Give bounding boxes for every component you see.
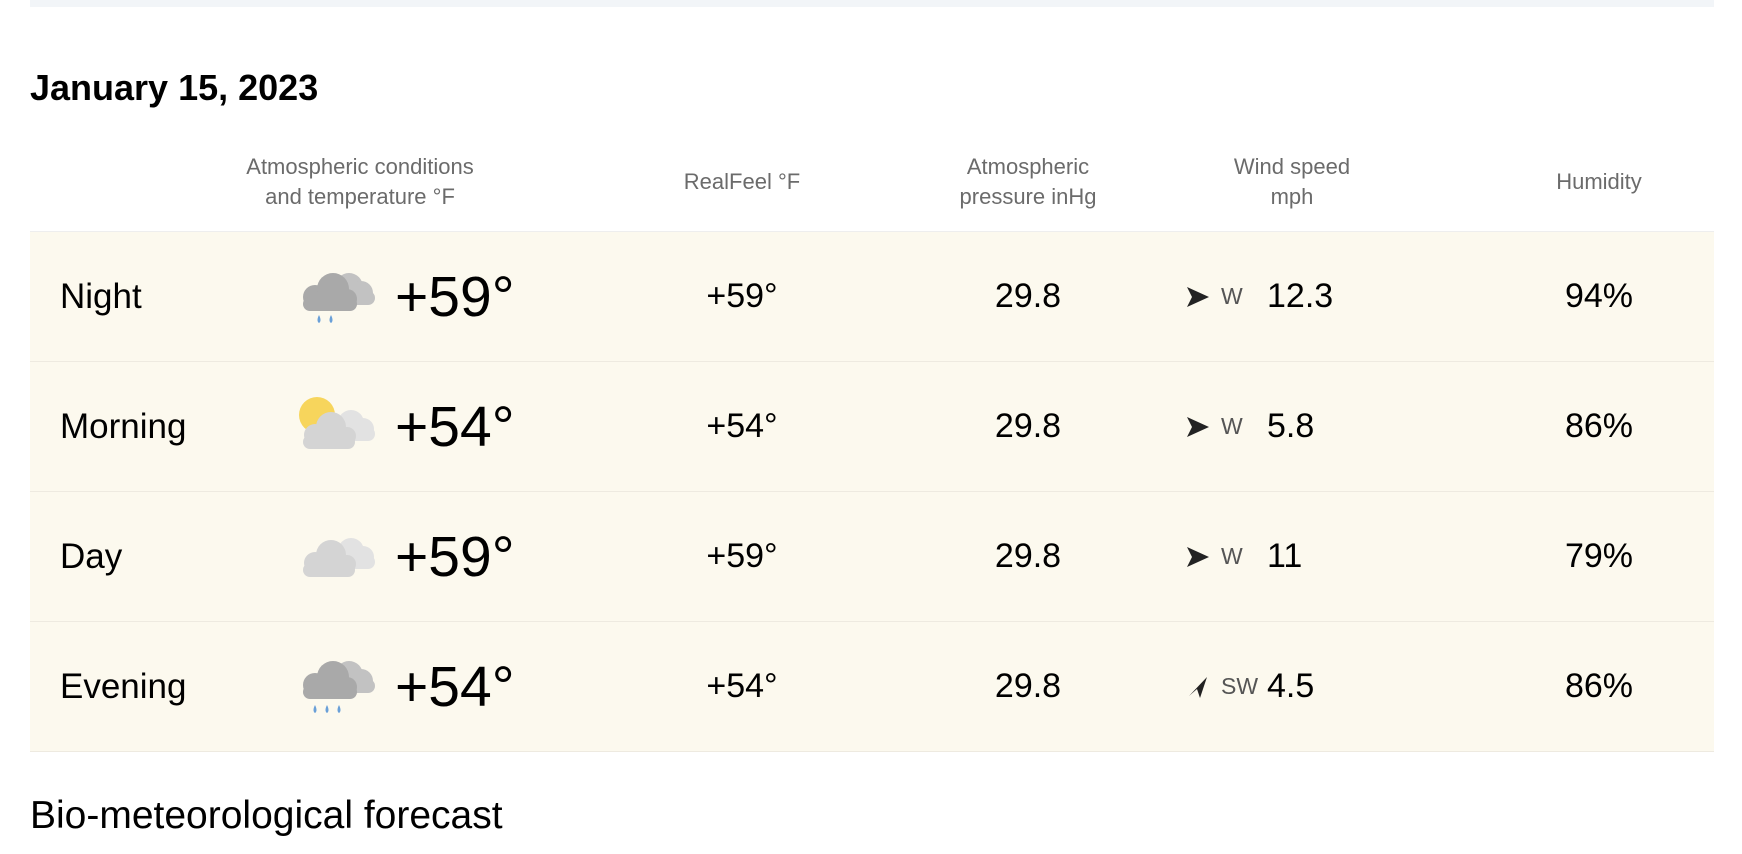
realfeel-value: +54° — [706, 667, 778, 705]
wind-cell: W 11 — [1185, 492, 1302, 621]
wind-direction: W — [1221, 543, 1243, 569]
table-row: Evening +54° +54° 29.8 SW 4.5 86% — [30, 622, 1714, 752]
section-title: Bio-meteorological forecast — [30, 794, 503, 837]
period-name: Evening — [60, 666, 187, 706]
table-header: Atmospheric conditions and temperature °… — [30, 150, 1714, 232]
wind-direction-arrow-icon — [1187, 416, 1209, 437]
table-row: Morning +54° +54° 29.8 W 5.8 86% — [30, 362, 1714, 492]
table-row: Day +59° +59° 29.8 W 11 79% — [30, 492, 1714, 622]
column-header-humidity: Humidity — [1556, 169, 1642, 194]
temperature: +59° — [395, 264, 515, 329]
cloudy-light-rain-icon — [290, 232, 380, 361]
wind-speed: 5.8 — [1267, 407, 1315, 445]
cloudy-rain-icon — [290, 622, 380, 751]
table-row: Night +59° +59° 29.8 W 12.3 94% — [30, 232, 1714, 362]
temperature: +54° — [395, 654, 515, 719]
period-name: Day — [60, 536, 123, 576]
realfeel-value: +54° — [706, 407, 778, 445]
column-header-conditions: Atmospheric conditions and temperature °… — [246, 154, 474, 209]
partly-cloudy-sun-icon — [290, 362, 380, 491]
wind-direction-arrow-icon — [1189, 676, 1207, 698]
pressure-value: 29.8 — [994, 407, 1062, 445]
wind-speed: 12.3 — [1267, 277, 1334, 315]
pressure-value: 29.8 — [994, 277, 1062, 315]
temperature: +59° — [395, 524, 515, 589]
pressure-value: 29.8 — [994, 537, 1062, 575]
humidity-value: 86% — [1564, 667, 1634, 705]
period-name: Night — [60, 276, 142, 316]
wind-direction-arrow-icon — [1187, 286, 1209, 307]
humidity-value: 94% — [1564, 277, 1634, 315]
wind-direction: W — [1221, 283, 1243, 309]
top-bar — [30, 0, 1714, 7]
wind-cell: SW 4.5 — [1185, 622, 1314, 751]
column-header-wind: Wind speed mph — [1233, 154, 1351, 209]
wind-cell: W 5.8 — [1185, 362, 1314, 491]
forecast-table: Atmospheric conditions and temperature °… — [30, 150, 1714, 752]
wind-speed: 11 — [1267, 537, 1303, 575]
realfeel-value: +59° — [706, 537, 778, 575]
wind-direction-arrow-icon — [1187, 546, 1209, 567]
date-title: January 15, 2023 — [30, 67, 319, 108]
wind-direction: SW — [1221, 673, 1259, 699]
wind-cell: W 12.3 — [1185, 232, 1333, 361]
wind-speed: 4.5 — [1267, 667, 1315, 705]
column-header-pressure: Atmospheric pressure inHg — [959, 154, 1097, 209]
temperature: +54° — [395, 394, 515, 459]
cloudy-icon — [290, 492, 380, 621]
period-name: Morning — [60, 406, 187, 446]
humidity-value: 86% — [1564, 407, 1634, 445]
column-header-realfeel: RealFeel °F — [683, 169, 801, 194]
pressure-value: 29.8 — [994, 667, 1062, 705]
wind-direction: W — [1221, 413, 1243, 439]
realfeel-value: +59° — [706, 277, 778, 315]
humidity-value: 79% — [1564, 537, 1634, 575]
